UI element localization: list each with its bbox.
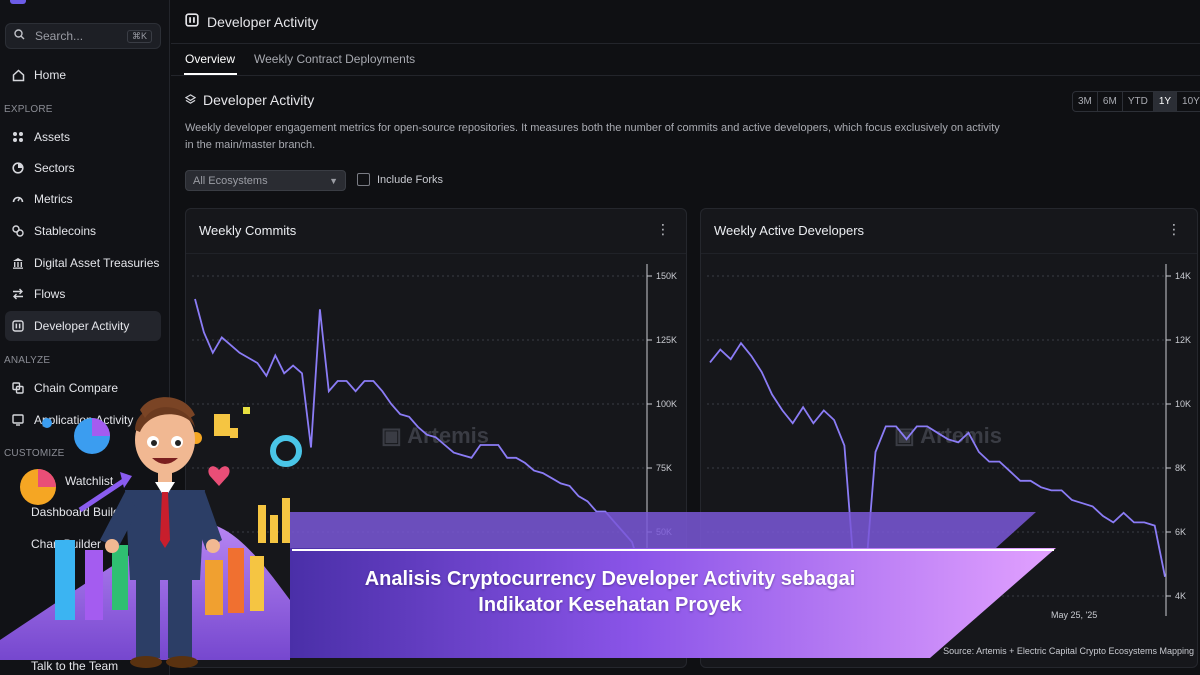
decor-bar-orange	[205, 560, 223, 615]
banner-title-line: Indikator Kesehatan Proyek	[478, 594, 742, 616]
decor-dot	[42, 418, 52, 428]
decor-mini-bar	[270, 515, 278, 543]
decor-bar-blue	[55, 540, 75, 620]
decor-chart-icon	[214, 414, 230, 436]
decor-bar-purple	[85, 550, 103, 620]
decor-mini-bar	[258, 505, 266, 543]
heart-icon	[208, 466, 230, 486]
pie-chart-icon	[38, 469, 56, 487]
decor-chart-icon	[230, 428, 238, 438]
pie-chart-icon	[92, 418, 110, 436]
source-note: Source: Artemis + Electric Capital Crypt…	[943, 646, 1194, 656]
ring-icon	[270, 435, 302, 467]
decor-bar-yellow	[250, 556, 264, 611]
banner-title: Analisis Cryptocurrency Developer Activi…	[300, 566, 920, 618]
banner-top-strip	[290, 512, 1036, 548]
decor-bar-green	[112, 545, 128, 610]
decor-mini-bar	[282, 498, 290, 543]
decor-dot	[243, 407, 250, 414]
banner-title-line: Analisis Cryptocurrency Developer Activi…	[364, 568, 856, 590]
decor-bar-orange-2	[228, 548, 244, 613]
